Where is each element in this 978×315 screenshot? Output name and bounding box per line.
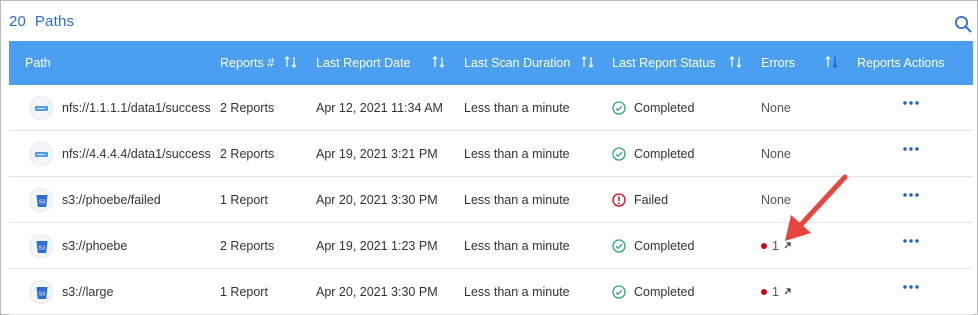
sort-last-report-date-icon[interactable] <box>432 55 446 69</box>
svg-text:S3: S3 <box>39 292 46 298</box>
more-actions-icon[interactable] <box>902 282 920 292</box>
path-cell[interactable]: s3://large <box>62 269 113 315</box>
check-circle-icon <box>612 285 626 299</box>
table-header: Path Reports # Last Report Date Last Sca… <box>9 41 973 85</box>
external-link-arrow-icon[interactable] <box>783 241 792 250</box>
last-report-date-cell: Apr 12, 2021 11:34 AM <box>316 101 443 115</box>
last-scan-duration-cell: Less than a minute <box>464 147 570 161</box>
errors-cell: None <box>761 101 791 115</box>
path-cell[interactable]: nfs://1.1.1.1/data1/success <box>62 85 211 131</box>
sort-reports-icon[interactable] <box>284 55 298 69</box>
sort-errors-icon[interactable] <box>825 55 839 69</box>
paths-panel: 20 Paths Path Reports # Last Report Date… <box>0 0 978 315</box>
more-actions-icon[interactable] <box>902 236 920 246</box>
reports-cell: 1 Report <box>220 193 268 207</box>
check-circle-icon <box>612 239 626 253</box>
last-scan-duration-cell: Less than a minute <box>464 101 570 115</box>
reports-cell: 1 Report <box>220 285 268 299</box>
column-header-last-report-status: Last Report Status <box>612 56 716 70</box>
status-cell: Completed <box>634 101 695 115</box>
last-report-date-cell: Apr 20, 2021 3:30 PM <box>316 285 438 299</box>
error-dot-icon <box>761 242 767 249</box>
paths-title: 20 Paths <box>9 13 74 30</box>
column-header-path: Path <box>25 56 51 70</box>
errors-cell: None <box>761 147 791 161</box>
sort-last-scan-duration-icon[interactable] <box>581 55 595 69</box>
error-count: 1 <box>772 285 779 299</box>
reports-cell: 2 Reports <box>220 101 275 115</box>
external-link-arrow-icon[interactable] <box>783 287 792 296</box>
error-circle-icon <box>612 193 626 207</box>
last-report-date-cell: Apr 20, 2021 3:30 PM <box>316 193 438 207</box>
table-row[interactable]: nfs://1.1.1.1/data1/success 2 Reports Ap… <box>9 85 973 131</box>
path-cell[interactable]: s3://phoebe/failed <box>62 177 161 223</box>
svg-text:S3: S3 <box>39 200 46 206</box>
panel-header: 20 Paths <box>1 1 977 41</box>
last-scan-duration-cell: Less than a minute <box>464 285 570 299</box>
errors-cell[interactable]: 1 <box>761 269 792 315</box>
reports-cell: 2 Reports <box>220 147 275 161</box>
column-header-errors: Errors <box>761 56 796 70</box>
status-cell: Completed <box>634 239 695 253</box>
last-report-date-cell: Apr 19, 2021 1:23 PM <box>316 239 438 253</box>
more-actions-icon[interactable] <box>902 98 920 108</box>
more-actions-icon[interactable] <box>902 144 920 154</box>
paths-title-label: Paths <box>34 13 75 30</box>
path-cell[interactable]: s3://phoebe <box>62 223 127 269</box>
path-cell[interactable]: nfs://4.4.4.4/data1/success <box>62 131 211 177</box>
table-row[interactable]: S3 s3://phoebe/failed 1 Report Apr 20, 2… <box>9 177 973 223</box>
more-actions-icon[interactable] <box>902 190 920 200</box>
reports-cell: 2 Reports <box>220 239 275 253</box>
check-circle-icon <box>612 101 626 115</box>
s3-bucket-icon: S3 <box>29 280 53 304</box>
s3-bucket-icon: S3 <box>29 234 53 258</box>
status-cell: Completed <box>634 285 695 299</box>
last-report-date-cell: Apr 19, 2021 3:21 PM <box>316 147 438 161</box>
svg-text:S3: S3 <box>39 246 46 252</box>
errors-cell[interactable]: 1 <box>761 223 792 269</box>
last-scan-duration-cell: Less than a minute <box>464 193 570 207</box>
table-row[interactable]: S3 s3://large 1 Report Apr 20, 2021 3:30… <box>9 269 973 315</box>
search-icon[interactable] <box>954 15 972 33</box>
nfs-icon <box>29 142 53 166</box>
sort-last-report-status-icon[interactable] <box>729 55 743 69</box>
check-circle-icon <box>612 147 626 161</box>
column-header-last-report-date: Last Report Date <box>316 56 411 70</box>
errors-cell: None <box>761 193 791 207</box>
column-header-last-scan-duration: Last Scan Duration <box>464 56 571 70</box>
table-row[interactable]: nfs://4.4.4.4/data1/success 2 Reports Ap… <box>9 131 973 177</box>
last-scan-duration-cell: Less than a minute <box>464 239 570 253</box>
status-cell: Failed <box>634 193 669 207</box>
status-cell: Completed <box>634 147 695 161</box>
nfs-icon <box>29 96 53 120</box>
error-count: 1 <box>772 239 779 253</box>
error-dot-icon <box>761 288 767 295</box>
column-header-reports-actions: Reports Actions <box>857 56 945 70</box>
column-header-reports: Reports # <box>220 56 275 70</box>
paths-count: 20 <box>9 13 27 30</box>
s3-bucket-icon: S3 <box>29 188 53 212</box>
table-row[interactable]: S3 s3://phoebe 2 Reports Apr 19, 2021 1:… <box>9 223 973 269</box>
